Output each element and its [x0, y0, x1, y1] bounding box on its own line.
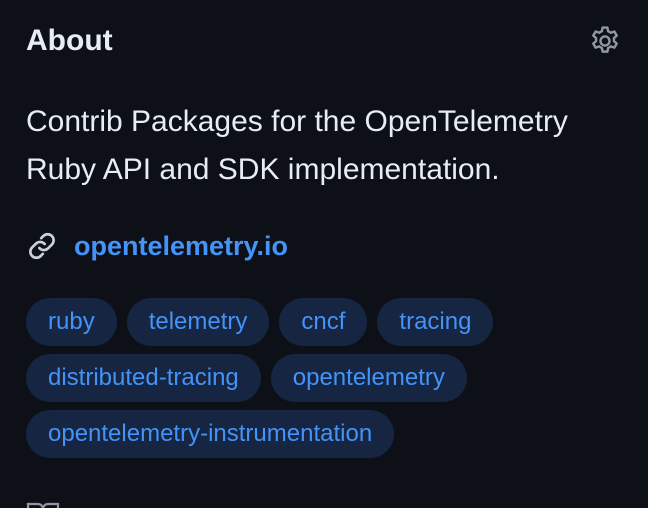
about-title: About — [26, 24, 113, 57]
book-icon — [26, 502, 60, 508]
topic-tag-ruby[interactable]: ruby — [26, 298, 117, 346]
topic-tag-distributed-tracing[interactable]: distributed-tracing — [26, 354, 261, 402]
description-line: Ruby API and SDK implementation. — [26, 153, 500, 186]
link-icon — [26, 230, 58, 262]
topic-tag-tracing[interactable]: tracing — [377, 298, 494, 346]
topic-tag-cncf[interactable]: cncf — [279, 298, 368, 346]
homepage-link-row[interactable]: opentelemetry.io — [26, 224, 288, 268]
homepage-link[interactable]: opentelemetry.io — [74, 231, 288, 262]
repo-description: Contrib Packages for the OpenTelemetry R… — [26, 98, 626, 194]
description-line: Contrib Packages for the OpenTelemetry — [26, 105, 568, 138]
gear-icon[interactable] — [588, 24, 622, 58]
topic-tag-telemetry[interactable]: telemetry — [126, 298, 270, 346]
about-header: About — [26, 22, 622, 62]
about-panel: About Contrib Packages for the OpenTelem… — [0, 0, 648, 508]
topic-tag-opentelemetry-instrumentation[interactable]: opentelemetry-instrumentation — [26, 410, 395, 458]
topics-list: ruby telemetry cncf tracing distributed-… — [26, 298, 626, 458]
topic-tag-opentelemetry[interactable]: opentelemetry — [270, 354, 467, 402]
